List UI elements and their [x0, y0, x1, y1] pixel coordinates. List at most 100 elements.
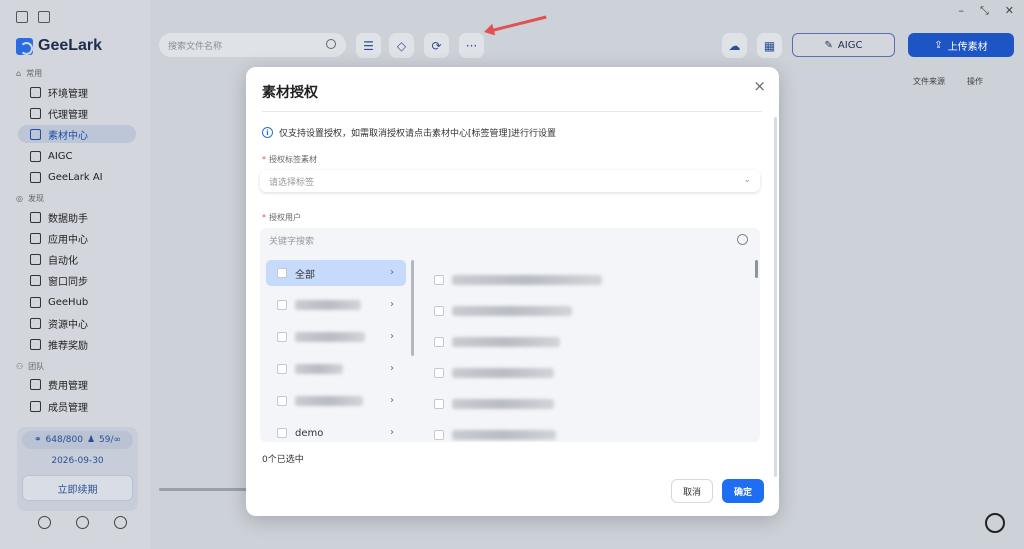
restore-button[interactable]: ⤡ — [980, 4, 989, 18]
sidebar-item-geehub[interactable]: GeeHub — [18, 293, 136, 311]
sidebar-item-reward[interactable]: 推荐奖励 — [18, 335, 136, 353]
annotation-arrow — [487, 15, 547, 33]
group-item-demo[interactable]: demo › — [266, 420, 406, 442]
sidebar-item-sync[interactable]: 窗口同步 — [18, 271, 136, 289]
close-icon[interactable]: × — [753, 77, 766, 95]
tag-button[interactable]: ◇ — [389, 33, 414, 58]
chevron-right-icon: › — [390, 299, 394, 310]
geelark-ai-icon — [30, 171, 41, 183]
member-icon: ♟ — [86, 435, 96, 445]
chevron-right-icon: › — [390, 267, 394, 278]
renew-button[interactable]: 立即续期 — [22, 475, 133, 501]
group-item-all[interactable]: 全部 › — [266, 260, 406, 286]
quota-pill: ⚭ 648/800 ♟ 59/∞ — [22, 431, 133, 449]
grid-icon: ▦ — [763, 38, 776, 53]
section-common: ⌂ 常用 — [16, 69, 43, 78]
download-button[interactable]: ☁ — [722, 33, 747, 58]
apps-icon — [30, 232, 41, 244]
checkbox[interactable] — [277, 428, 287, 438]
table-horizontal-scrollbar[interactable] — [159, 488, 247, 491]
more-button[interactable]: ··· — [459, 33, 484, 58]
aigc-button[interactable]: ✎ AIGC — [792, 33, 895, 57]
selected-count: 0个已选中 — [262, 455, 304, 465]
window-controls: – ⤡ ✕ — [958, 4, 1014, 18]
redacted-text — [295, 364, 343, 374]
checkbox[interactable] — [434, 367, 444, 378]
geelark-logo-icon — [16, 37, 33, 55]
dialog-scrollbar[interactable] — [774, 117, 777, 477]
checkbox[interactable] — [434, 274, 444, 285]
chevron-down-icon: ⌄ — [743, 175, 751, 185]
user-item[interactable] — [434, 419, 744, 442]
sidebar-item-data[interactable]: 数据助手 — [18, 208, 136, 226]
checkbox[interactable] — [277, 268, 287, 278]
billing-icon — [30, 378, 41, 390]
sliders-icon: ☰ — [363, 38, 374, 53]
checkbox[interactable] — [277, 300, 287, 310]
checkbox[interactable] — [277, 364, 287, 374]
confirm-button[interactable]: 确定 — [722, 479, 764, 503]
upload-button[interactable]: ⇪ 上传素材 — [908, 33, 1014, 57]
checkbox[interactable] — [277, 396, 287, 406]
chevron-right-icon: › — [390, 331, 394, 342]
search-icon — [737, 234, 748, 245]
user-item[interactable] — [434, 264, 744, 295]
sidebar-item-automation[interactable]: 自动化 — [18, 250, 136, 268]
user-list-scrollbar[interactable] — [755, 260, 758, 278]
chevron-right-icon: › — [390, 395, 394, 406]
filter-button[interactable]: ☰ — [356, 33, 381, 58]
user-item[interactable] — [434, 295, 744, 326]
account-icon[interactable] — [114, 516, 127, 529]
user-item[interactable] — [434, 357, 744, 388]
checkbox[interactable] — [434, 398, 444, 409]
sidebar-item-billing[interactable]: 费用管理 — [18, 375, 136, 393]
environment-icon — [30, 86, 41, 98]
edit-icon[interactable] — [38, 11, 50, 23]
data-icon — [30, 211, 41, 223]
sidebar-item-geelark-ai[interactable]: GeeLark AI — [18, 168, 136, 186]
sidebar-item-aigc[interactable]: AIGC — [18, 147, 136, 165]
notification-icon[interactable] — [76, 516, 89, 529]
checkbox[interactable] — [434, 305, 444, 316]
refresh-button[interactable]: ⟳ — [424, 33, 449, 58]
user-item[interactable] — [434, 388, 744, 419]
user-list — [434, 264, 744, 442]
group-item[interactable]: › — [266, 292, 406, 318]
cancel-button[interactable]: 取消 — [671, 479, 713, 503]
sidebar-item-proxy[interactable]: 代理管理 — [18, 104, 136, 122]
automation-icon — [30, 253, 41, 265]
minimize-button[interactable]: – — [958, 4, 964, 18]
group-item[interactable]: › — [266, 324, 406, 350]
close-window-button[interactable]: ✕ — [1005, 4, 1014, 18]
info-notice: i 仅支持设置授权，如需取消授权请点击素材中心[标签管理]进行行设置 — [262, 126, 556, 139]
redacted-text — [452, 398, 554, 409]
sidebar-item-material[interactable]: 素材中心 — [18, 125, 136, 143]
column-file-source: 文件来源 — [913, 77, 945, 86]
chevron-right-icon: › — [390, 363, 394, 374]
group-list-scrollbar[interactable] — [411, 260, 414, 356]
sidebar-item-apps[interactable]: 应用中心 — [18, 229, 136, 247]
sidebar-item-environment[interactable]: 环境管理 — [18, 83, 136, 101]
checkbox[interactable] — [434, 336, 444, 347]
sidebar-item-resource[interactable]: 资源中心 — [18, 314, 136, 332]
group-item[interactable]: › — [266, 388, 406, 414]
assistant-icon[interactable] — [985, 513, 1005, 533]
tag-select[interactable]: 请选择标签 ⌄ — [260, 170, 760, 192]
layout-button[interactable]: ▦ — [757, 33, 782, 58]
sidebar-toggle-icon[interactable] — [16, 11, 28, 23]
group-item[interactable]: › — [266, 356, 406, 382]
user-search-input[interactable]: 关键字搜索 — [260, 228, 760, 252]
sync-icon — [30, 274, 41, 286]
profile-quota: 648/800 — [45, 435, 83, 445]
redacted-text — [295, 300, 361, 310]
reward-icon — [30, 338, 41, 350]
sidebar-item-members[interactable]: 成员管理 — [18, 397, 136, 415]
app-name: GeeLark — [38, 37, 103, 54]
checkbox[interactable] — [434, 429, 444, 440]
support-icon[interactable] — [38, 516, 51, 529]
redacted-text — [452, 274, 602, 285]
user-item[interactable] — [434, 326, 744, 357]
app-logo: GeeLark — [16, 37, 102, 55]
checkbox[interactable] — [277, 332, 287, 342]
file-search-input[interactable]: 搜索文件名称 — [159, 33, 346, 57]
